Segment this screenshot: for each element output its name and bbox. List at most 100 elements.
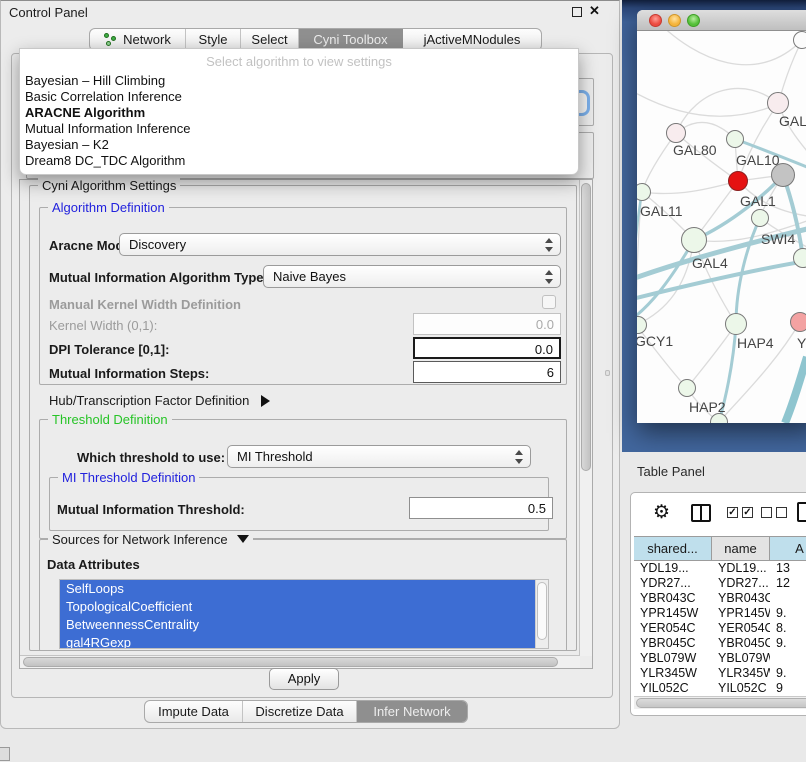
algorithm-option[interactable]: Bayesian – K2 [20, 137, 578, 153]
mi-steps-field[interactable]: 6 [413, 361, 561, 383]
node-label: GCY1 [637, 333, 673, 349]
algorithm-option[interactable]: Dream8 DC_TDC Algorithm [20, 153, 578, 169]
screen: Control Panel ✕ Network Style Select Cyn… [0, 0, 806, 762]
float-window-icon[interactable] [572, 7, 582, 17]
tab-jactivemnodules[interactable]: jActiveMNodules [403, 29, 541, 50]
unchecked-checkbox-icon[interactable] [776, 507, 787, 518]
cell: YBR043C [634, 591, 712, 606]
panel-divider-handle[interactable] [605, 370, 610, 376]
settings-horizontal-scrollbar[interactable] [20, 655, 580, 668]
aracne-mode-combo[interactable]: Discovery [119, 233, 561, 256]
mi-type-combo[interactable]: Naive Bayes [263, 265, 561, 288]
bottom-tab-strip: Impute Data Discretize Data Infer Networ… [144, 700, 468, 723]
algorithm-option[interactable]: Basic Correlation Inference [20, 89, 578, 105]
network-node-selected[interactable] [728, 171, 748, 191]
settings-vertical-scrollbar[interactable] [579, 180, 592, 656]
unchecked-checkbox-icon[interactable] [761, 507, 772, 518]
table-panel-title: Table Panel [637, 464, 705, 479]
network-node[interactable] [793, 248, 806, 268]
kernel-width-field[interactable]: 0.0 [413, 313, 561, 335]
list-item[interactable]: TopologicalCoefficient [60, 598, 536, 616]
column-header-shared-name[interactable]: shared... [634, 537, 712, 560]
table-row[interactable]: YIL052C YIL052C 9 [634, 681, 806, 695]
manual-kernel-checkbox[interactable] [542, 295, 556, 309]
close-traffic-light-icon[interactable] [649, 14, 662, 27]
network-window-titlebar[interactable] [637, 10, 806, 31]
node-label: GAL [779, 113, 806, 129]
table-horizontal-scrollbar[interactable] [634, 696, 806, 709]
kernel-width-label: Kernel Width (0,1): [49, 318, 157, 333]
network-node[interactable] [793, 31, 806, 49]
tab-discretize-data[interactable]: Discretize Data [243, 701, 357, 722]
table-row[interactable]: YBL079W YBL079W [634, 651, 806, 666]
cell: 13 [770, 561, 806, 576]
tab-cyni-toolbox[interactable]: Cyni Toolbox [299, 29, 403, 50]
data-attributes-list: SelfLoops TopologicalCoefficient Between… [59, 579, 549, 649]
table-row[interactable]: YDR27... YDR27... 12 [634, 576, 806, 591]
sources-toggle[interactable]: Sources for Network Inference [48, 532, 253, 547]
dpi-tolerance-field[interactable]: 0.0 [413, 337, 561, 359]
table-row[interactable]: YDL19... YDL19... 13 [634, 561, 806, 576]
algorithm-option-selected[interactable]: ARACNE Algorithm [20, 105, 578, 121]
network-node[interactable] [751, 209, 769, 227]
cell [770, 651, 806, 666]
network-node[interactable] [726, 130, 744, 148]
table-row[interactable]: YLR345W YLR345W 9. [634, 666, 806, 681]
network-edges [637, 31, 806, 423]
node-label: Y [797, 335, 806, 351]
table-row[interactable]: YBR043C YBR043C [634, 591, 806, 606]
cell: YIL052C [712, 681, 770, 695]
table-row[interactable]: YBR045C YBR045C 9. [634, 636, 806, 651]
network-canvas[interactable]: GAL GAL80 GAL10 GAL1 GAL11 SWI4 GAL4 GCY… [637, 31, 806, 423]
tab-style[interactable]: Style [186, 29, 241, 50]
attributes-scrollbar[interactable] [535, 580, 548, 648]
algorithm-definition-title: Algorithm Definition [48, 200, 169, 215]
node-label: GAL10 [736, 152, 780, 168]
network-node[interactable] [725, 313, 747, 335]
cell: 9. [770, 666, 806, 681]
minimize-traffic-light-icon[interactable] [668, 14, 681, 27]
combo-spinner-icon [544, 238, 553, 252]
node-label: GAL80 [673, 142, 717, 158]
split-columns-icon[interactable] [691, 504, 711, 522]
mi-threshold-field[interactable]: 0.5 [409, 497, 553, 519]
tab-impute-data[interactable]: Impute Data [145, 701, 243, 722]
algorithm-dropdown: Select algorithm to view settings Bayesi… [19, 48, 579, 175]
network-node[interactable] [666, 123, 686, 143]
tab-network[interactable]: Network [90, 29, 186, 50]
node-label: SWI4 [761, 231, 795, 247]
cell: YBR045C [712, 636, 770, 651]
checked-checkbox-icon[interactable]: ✓ [742, 507, 753, 518]
hub-definition-toggle[interactable]: Hub/Transcription Factor Definition [49, 393, 270, 408]
table-row[interactable]: YER054C YER054C 8. [634, 621, 806, 636]
table-row[interactable]: YPR145W YPR145W 9. [634, 606, 806, 621]
zoom-traffic-light-icon[interactable] [687, 14, 700, 27]
list-item[interactable]: SelfLoops [60, 580, 536, 598]
network-node[interactable] [790, 312, 806, 332]
list-item[interactable]: gal4RGexp [60, 634, 536, 649]
column-header-partial[interactable]: A [770, 537, 806, 560]
apply-button[interactable]: Apply [269, 668, 339, 690]
page-icon[interactable] [797, 502, 806, 522]
panel-corner-icon[interactable] [0, 747, 10, 761]
close-icon[interactable]: ✕ [589, 3, 600, 19]
network-node[interactable] [678, 379, 696, 397]
network-node[interactable] [767, 92, 789, 114]
table-panel-region: Table Panel ⚙ ✓ ✓ shared... name A YDL19… [622, 452, 806, 762]
column-header-name[interactable]: name [712, 537, 770, 560]
cell: YBR045C [634, 636, 712, 651]
which-threshold-combo[interactable]: MI Threshold [227, 445, 531, 468]
cell: YBL079W [712, 651, 770, 666]
cell: YPR145W [634, 606, 712, 621]
tab-select[interactable]: Select [241, 29, 299, 50]
checked-checkbox-icon[interactable]: ✓ [727, 507, 738, 518]
network-node[interactable] [681, 227, 707, 253]
gear-icon[interactable]: ⚙ [653, 501, 670, 524]
dpi-tolerance-label: DPI Tolerance [0,1]: [49, 342, 169, 357]
tab-infer-network[interactable]: Infer Network [357, 701, 467, 722]
cell: YBR043C [712, 591, 770, 606]
algorithm-option[interactable]: Bayesian – Hill Climbing [20, 73, 578, 89]
list-item[interactable]: BetweennessCentrality [60, 616, 536, 634]
algorithm-option[interactable]: Mutual Information Inference [20, 121, 578, 137]
cell [770, 591, 806, 606]
